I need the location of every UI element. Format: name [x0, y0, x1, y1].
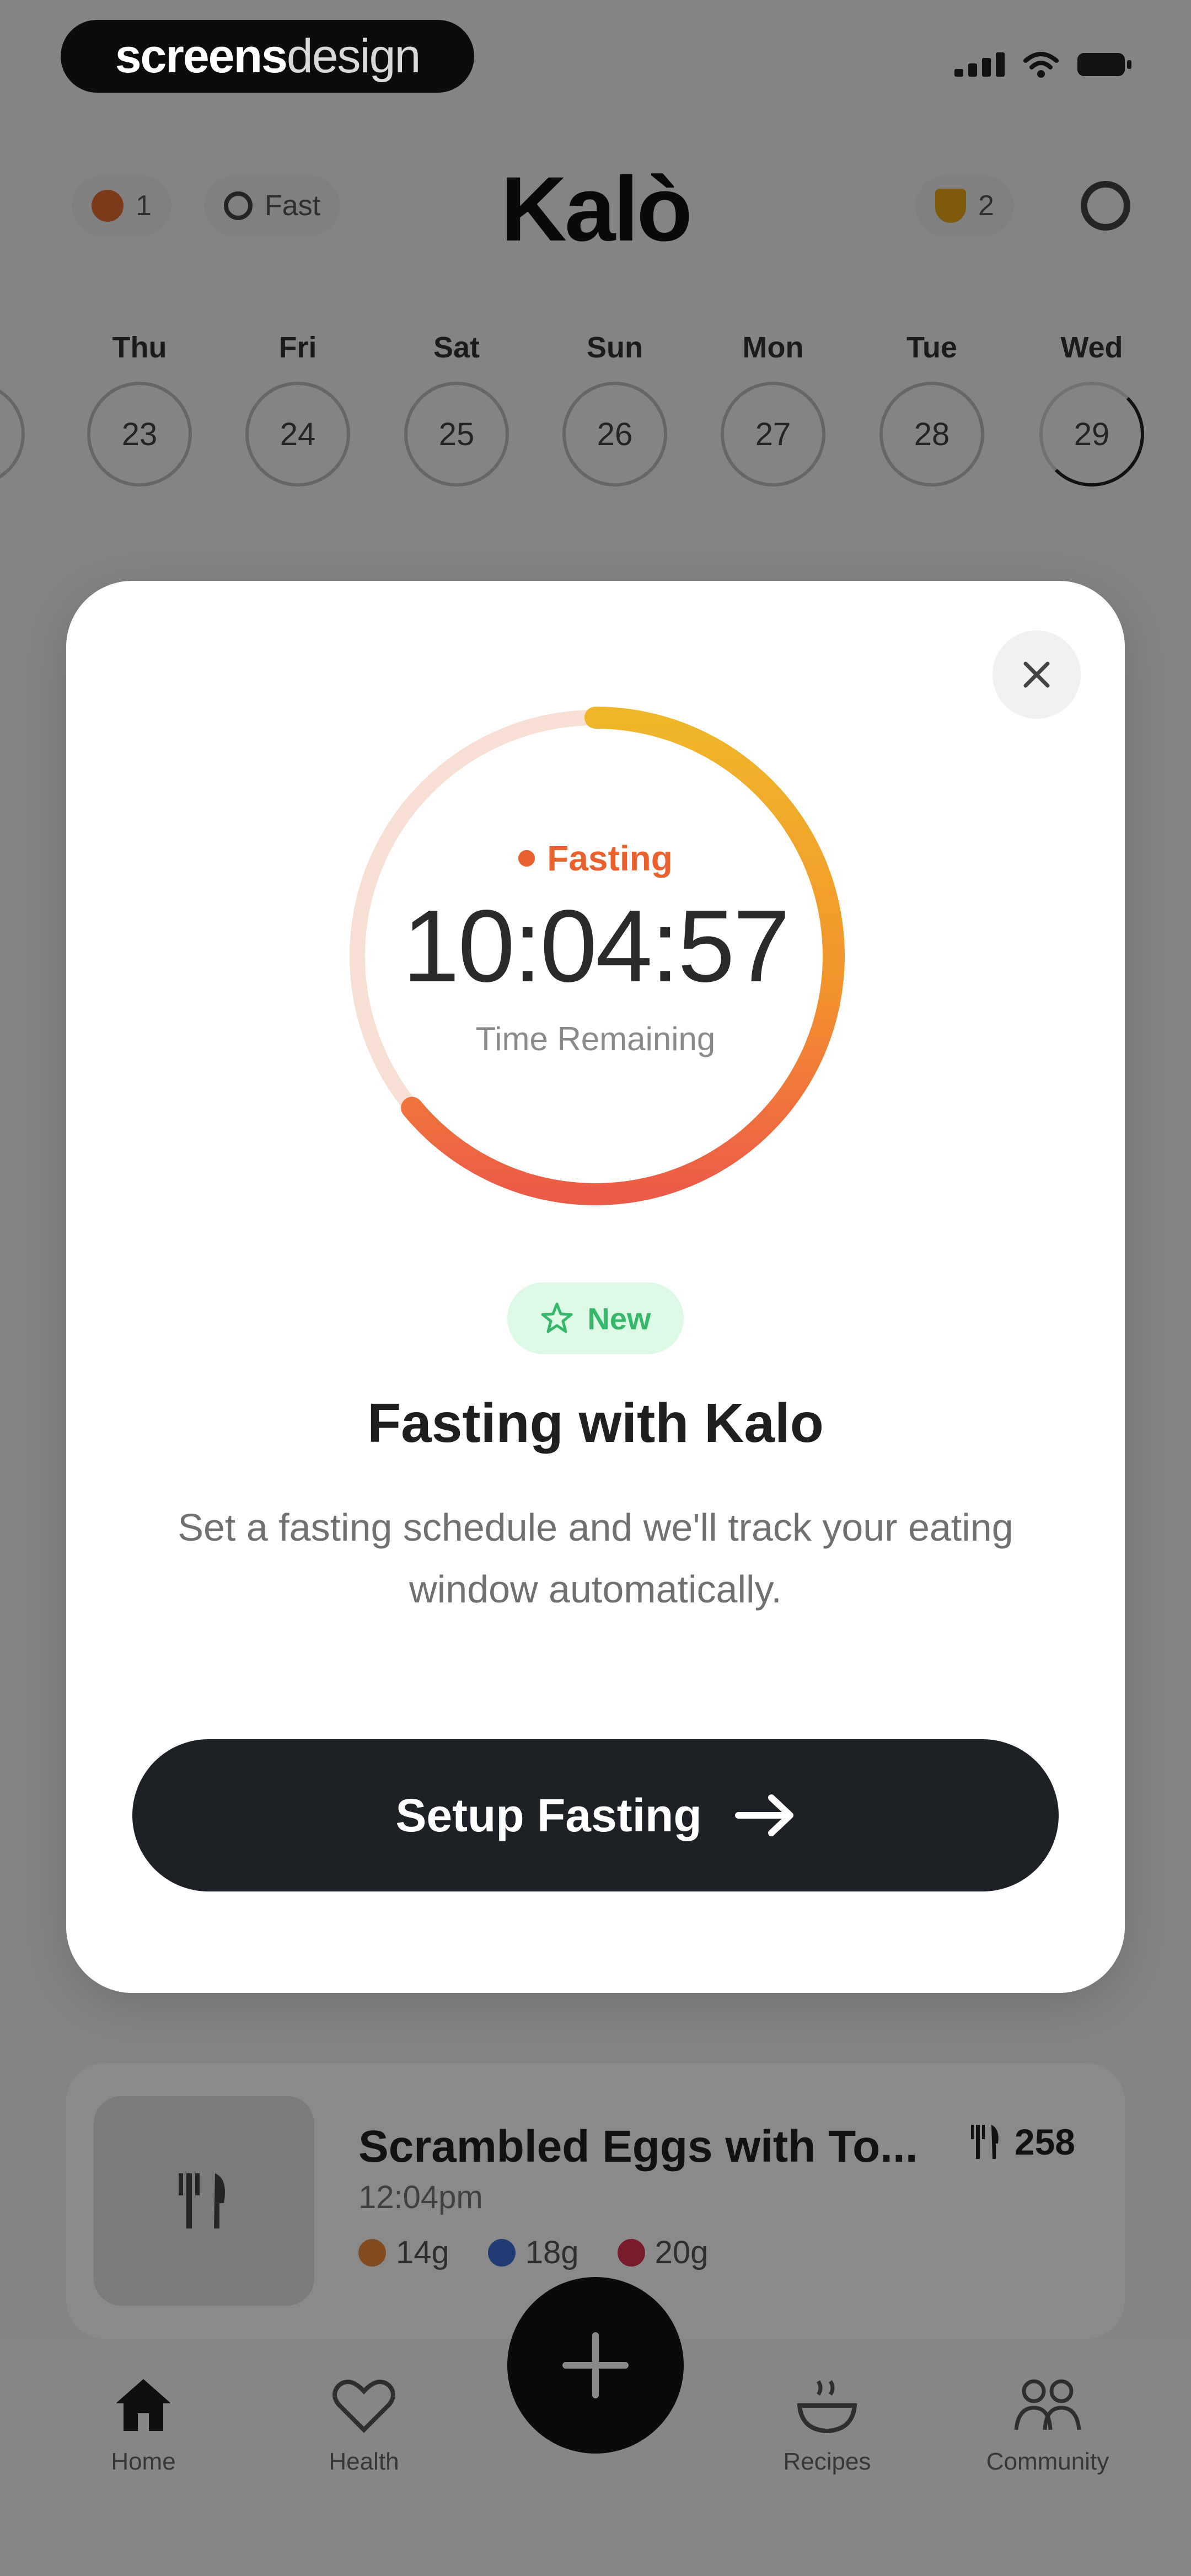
close-button[interactable] — [993, 630, 1081, 719]
watermark-logo: screens design — [61, 20, 474, 93]
fasting-intro-modal: Fasting 10:04:57 Time Remaining New Fast… — [66, 581, 1125, 1993]
fasting-status: Fasting — [518, 838, 673, 879]
fasting-timer: 10:04:57 — [402, 889, 790, 1003]
fasting-progress-ring: Fasting 10:04:57 Time Remaining — [331, 691, 860, 1221]
setup-fasting-button[interactable]: Setup Fasting — [132, 1739, 1059, 1891]
new-badge: New — [507, 1282, 684, 1354]
watermark-bold: screens — [115, 29, 288, 83]
fasting-status-label: Fasting — [547, 838, 673, 878]
timer-caption: Time Remaining — [475, 1020, 716, 1057]
ring-center: Fasting 10:04:57 Time Remaining — [331, 691, 860, 1221]
arrow-right-icon — [734, 1794, 793, 1836]
watermark-light: design — [286, 29, 421, 83]
modal-title: Fasting with Kalo — [367, 1392, 824, 1454]
app-screen: screens design 1 Fast Kalò 2 Thu 23 Fri … — [0, 0, 1191, 2576]
setup-fasting-label: Setup Fasting — [395, 1789, 702, 1841]
close-icon — [1023, 661, 1050, 688]
star-icon — [541, 1302, 573, 1333]
modal-description: Set a fasting schedule and we'll track y… — [178, 1506, 1013, 1611]
new-badge-label: New — [587, 1301, 651, 1336]
status-dot-icon — [518, 849, 535, 867]
